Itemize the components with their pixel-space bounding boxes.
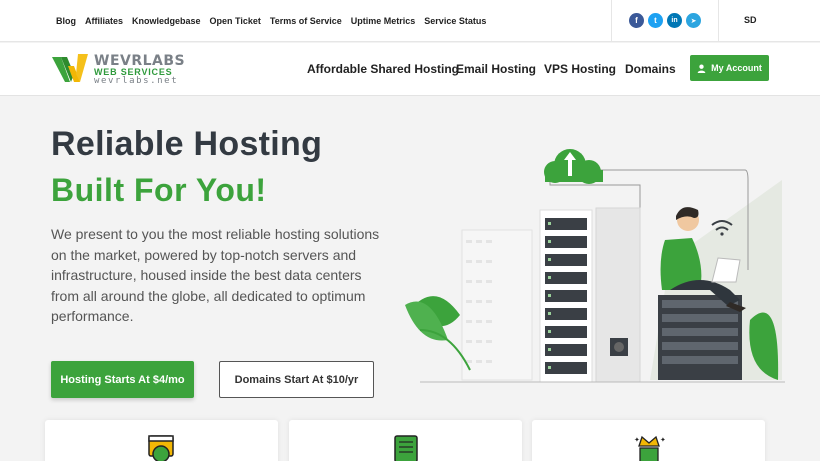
top-link-open-ticket[interactable]: Open Ticket — [210, 16, 261, 26]
svg-text:✦: ✦ — [634, 436, 640, 444]
nav-email-hosting[interactable]: Email Hosting — [456, 62, 536, 76]
browser-globe-icon — [147, 435, 174, 461]
top-bar: Blog Affiliates Knowledgebase Open Ticke… — [0, 0, 820, 42]
language-selector[interactable]: SD — [744, 15, 757, 25]
top-link-blog[interactable]: Blog — [56, 16, 76, 26]
linkedin-icon[interactable]: in — [667, 13, 682, 28]
feature-card-premium[interactable]: ✦ ✦ — [532, 420, 765, 461]
hero-illustration — [405, 149, 785, 383]
my-account-button[interactable]: My Account — [690, 55, 769, 81]
top-link-uptime[interactable]: Uptime Metrics — [351, 16, 416, 26]
top-link-status[interactable]: Service Status — [424, 16, 486, 26]
top-link-knowledgebase[interactable]: Knowledgebase — [132, 16, 201, 26]
nav-shared-hosting[interactable]: Affordable Shared Hosting — [307, 62, 459, 76]
divider — [611, 0, 612, 42]
divider — [718, 0, 719, 42]
hero-title-accent: Built For You! — [51, 172, 267, 208]
nav-vps-hosting[interactable]: VPS Hosting — [544, 62, 616, 76]
top-link-affiliates[interactable]: Affiliates — [85, 16, 123, 26]
my-account-label: My Account — [711, 63, 762, 73]
hosting-pricing-button[interactable]: Hosting Starts At $4/mo — [51, 361, 194, 398]
domains-pricing-button[interactable]: Domains Start At $10/yr — [219, 361, 374, 398]
server-rack-icon — [393, 435, 418, 461]
feature-card-servers[interactable] — [289, 420, 522, 461]
social-links: f t in ➤ — [629, 13, 701, 28]
twitter-icon[interactable]: t — [648, 13, 663, 28]
hero-description: We present to you the most reliable host… — [51, 226, 380, 324]
logo-mark-icon — [52, 54, 88, 82]
telegram-icon[interactable]: ➤ — [686, 13, 701, 28]
logo[interactable]: WEVRLABS WEB SERVICES wevrlabs.net — [52, 52, 192, 88]
crown-server-icon: ✦ ✦ — [634, 435, 665, 461]
user-icon — [697, 64, 706, 73]
svg-text:✦: ✦ — [660, 436, 665, 444]
facebook-icon[interactable]: f — [629, 13, 644, 28]
top-link-terms[interactable]: Terms of Service — [270, 16, 342, 26]
top-links: Blog Affiliates Knowledgebase Open Ticke… — [56, 0, 495, 42]
nav-domains[interactable]: Domains — [625, 62, 676, 76]
feature-card-web-hosting[interactable] — [45, 420, 278, 461]
hero-title: Reliable Hosting — [51, 125, 323, 163]
main-navbar: WEVRLABS WEB SERVICES wevrlabs.net Affor… — [0, 43, 820, 96]
logo-domain: wevrlabs.net — [94, 76, 179, 86]
